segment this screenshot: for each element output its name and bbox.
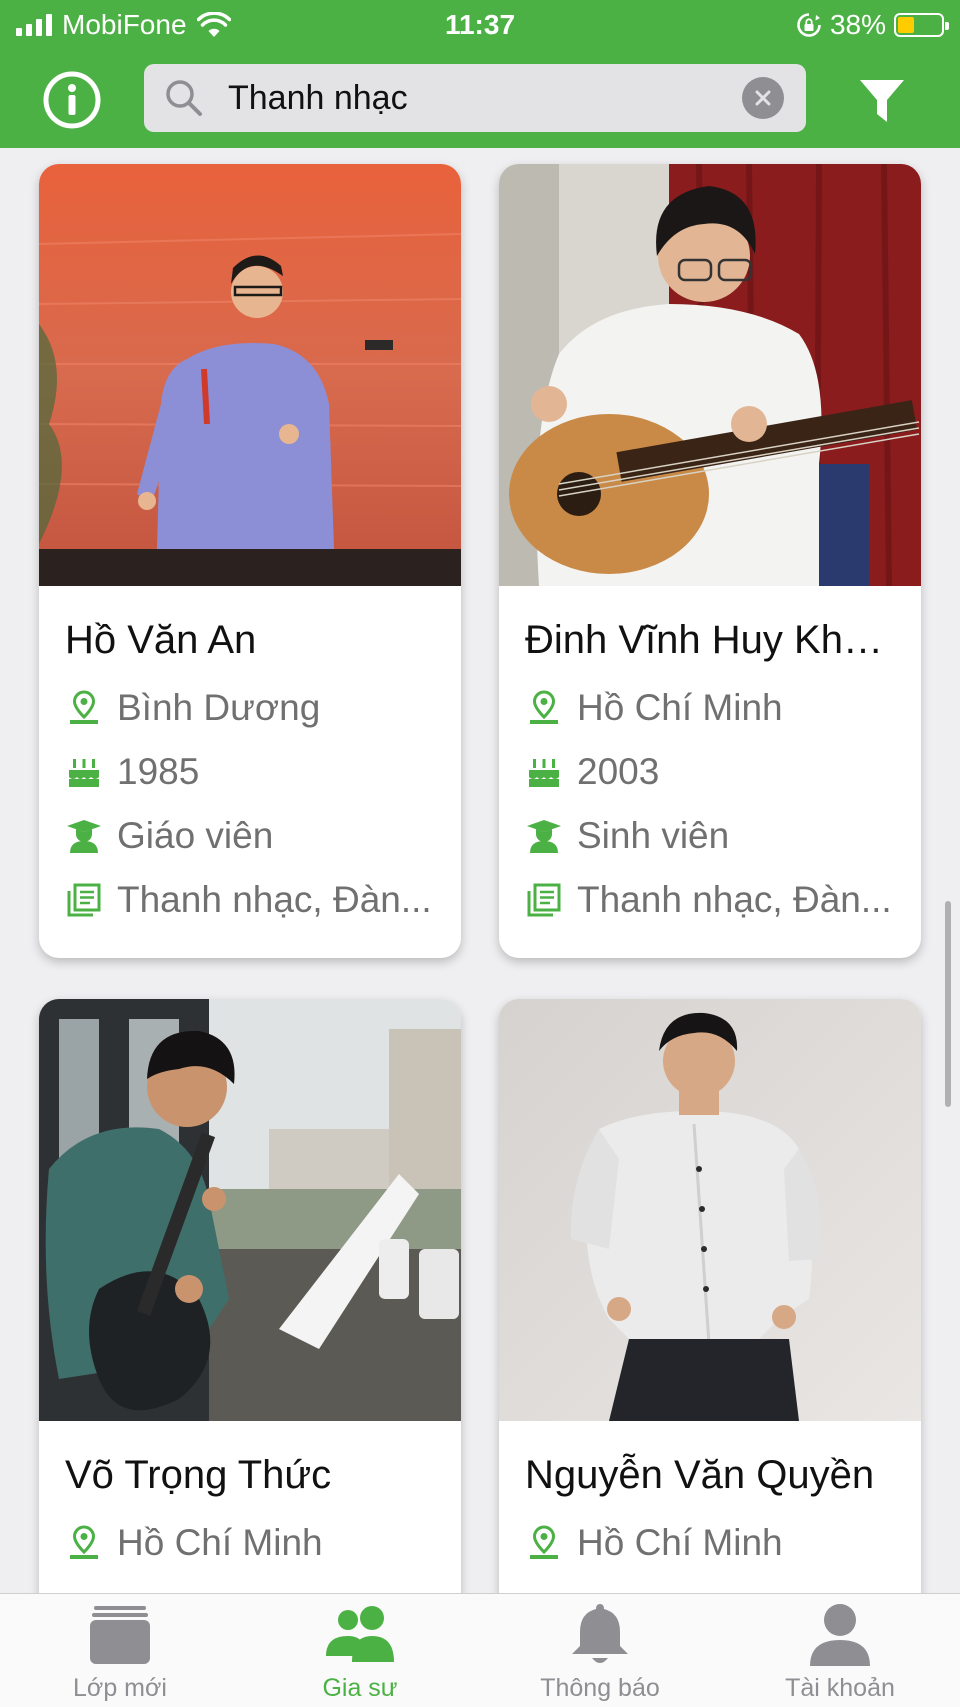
location-row: Bình Dương xyxy=(65,676,437,740)
location-pin-icon xyxy=(70,690,98,724)
clear-icon[interactable] xyxy=(742,77,784,119)
tutors-icon xyxy=(326,1606,394,1662)
classes-icon xyxy=(90,1606,150,1664)
location-row: Hồ Chí Minh xyxy=(65,1511,437,1575)
tutor-card[interactable]: Hồ Văn An Bình Dương 1985 Giáo viên Than… xyxy=(39,164,461,958)
filter-icon[interactable] xyxy=(858,76,906,126)
search-input[interactable] xyxy=(228,78,742,118)
tutor-subjects: Thanh nhạc, Đàn... xyxy=(577,879,892,920)
birth-year-row: 1985 xyxy=(65,740,437,804)
occupation-row: Sinh viên xyxy=(525,804,897,868)
tutor-birth-year: 1985 xyxy=(117,751,200,792)
tab-tutors[interactable]: Gia sư xyxy=(240,1594,480,1707)
cake-icon xyxy=(69,759,99,787)
battery-percent: 38% xyxy=(829,9,886,40)
location-pin-icon xyxy=(530,690,558,724)
location-pin-icon xyxy=(70,1525,98,1559)
tutor-photo xyxy=(39,999,461,1421)
tutor-name: Hồ Văn An xyxy=(65,618,257,662)
tutor-info: Đinh Vĩnh Huy Kha... Hồ Chí Minh 2003 Si… xyxy=(499,586,921,932)
tab-bar: Lớp mới Gia sư Thông báo Tài khoản xyxy=(0,1593,960,1707)
tab-label: Gia sư xyxy=(322,1674,398,1702)
rotation-lock-icon xyxy=(797,13,821,37)
tutor-card[interactable]: Võ Trọng Thức Hồ Chí Minh xyxy=(39,999,461,1593)
graduate-icon xyxy=(527,820,561,853)
battery-level xyxy=(898,17,914,33)
location-row: Hồ Chí Minh xyxy=(525,676,897,740)
graduate-icon xyxy=(67,820,101,853)
info-icon[interactable] xyxy=(42,70,102,130)
tutor-occupation: Giáo viên xyxy=(117,815,274,856)
tutor-info: Võ Trọng Thức Hồ Chí Minh xyxy=(39,1421,461,1593)
occupation-row: Giáo viên xyxy=(65,804,437,868)
bell-icon xyxy=(572,1604,628,1663)
tutor-card[interactable]: Đinh Vĩnh Huy Kha... Hồ Chí Minh 2003 Si… xyxy=(499,164,921,958)
tutor-location: Hồ Chí Minh xyxy=(117,1522,323,1563)
tutor-location: Hồ Chí Minh xyxy=(577,1522,783,1563)
tutor-location: Hồ Chí Minh xyxy=(577,687,783,728)
account-icon xyxy=(810,1604,870,1666)
location-pin-icon xyxy=(530,1525,558,1559)
tab-label: Lớp mới xyxy=(73,1674,167,1702)
tutor-birth-year: 2003 xyxy=(577,751,660,792)
tutor-subjects: Thanh nhạc, Đàn... xyxy=(117,879,432,920)
subjects-row: Thanh nhạc, Đàn... xyxy=(65,868,437,932)
tutor-photo xyxy=(39,164,461,586)
search-icon xyxy=(166,80,202,116)
subjects-row: Thanh nhạc, Đàn... xyxy=(525,868,897,932)
tutor-card[interactable]: Nguyễn Văn Quyền Hồ Chí Minh xyxy=(499,999,921,1593)
tutor-photo xyxy=(499,164,921,586)
tab-label: Tài khoản xyxy=(785,1674,895,1702)
tab-new-classes[interactable]: Lớp mới xyxy=(0,1594,240,1707)
status-bar: MobiFone 11:37 38% xyxy=(0,0,960,50)
tutor-name: Nguyễn Văn Quyền xyxy=(525,1453,875,1497)
birth-year-row: 2003 xyxy=(525,740,897,804)
tutor-info: Hồ Văn An Bình Dương 1985 Giáo viên Than… xyxy=(39,586,461,932)
tab-notifications[interactable]: Thông báo xyxy=(480,1594,720,1707)
tab-account[interactable]: Tài khoản xyxy=(720,1594,960,1707)
tutor-grid: Hồ Văn An Bình Dương 1985 Giáo viên Than… xyxy=(0,148,960,1593)
battery-icon xyxy=(894,13,949,37)
tutor-name: Đinh Vĩnh Huy Kha... xyxy=(525,618,897,662)
search-bar[interactable] xyxy=(144,64,806,132)
tutor-location: Bình Dương xyxy=(117,687,321,728)
cake-icon xyxy=(529,759,559,787)
tutor-info: Nguyễn Văn Quyền Hồ Chí Minh xyxy=(499,1421,921,1593)
tab-label: Thông báo xyxy=(540,1674,660,1702)
tutor-photo xyxy=(499,999,921,1421)
birth-year-row xyxy=(65,1575,437,1593)
birth-year-row xyxy=(525,1575,897,1593)
location-row: Hồ Chí Minh xyxy=(525,1511,897,1575)
scroll-indicator[interactable] xyxy=(945,901,951,1107)
app-header: MobiFone 11:37 38% xyxy=(0,0,960,148)
tutor-occupation: Sinh viên xyxy=(577,815,730,856)
tutor-name: Võ Trọng Thức xyxy=(65,1453,332,1497)
status-right: 38% xyxy=(796,8,949,42)
book-icon xyxy=(527,883,561,917)
book-icon xyxy=(67,883,101,917)
